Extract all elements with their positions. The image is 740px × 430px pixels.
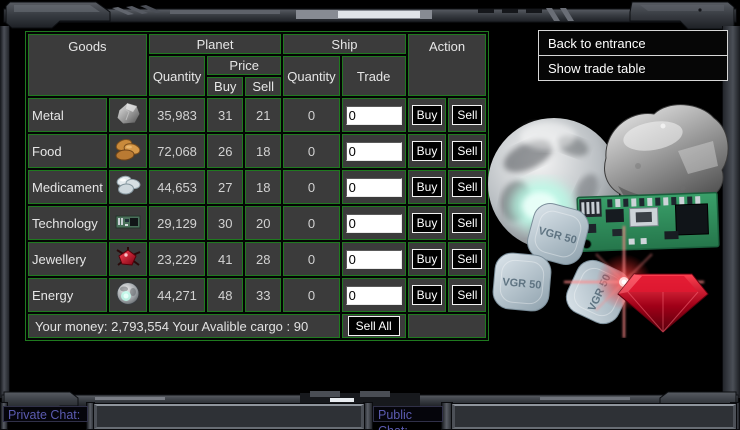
header-row-groups: Goods Planet Ship Action xyxy=(28,34,486,54)
private-chat-input[interactable] xyxy=(94,404,364,429)
buy-price-value: 30 xyxy=(207,206,243,240)
frame-left-edge xyxy=(0,26,10,398)
buy-button-energy[interactable]: Buy xyxy=(412,285,443,305)
buy-price-value: 27 xyxy=(207,170,243,204)
trade-input-technology[interactable] xyxy=(346,214,402,233)
metal-icon xyxy=(113,100,143,127)
goods-icon-cell xyxy=(109,134,147,168)
price-header: Price xyxy=(207,56,281,75)
goods-name: Medicament xyxy=(28,170,107,204)
table-row-jewellery: Jewellery 23,229 41 28 0 Buy Se xyxy=(28,242,486,276)
trade-input-medicament[interactable] xyxy=(346,178,402,197)
public-chat-label: Public Chat: xyxy=(373,406,443,422)
footer-empty-cell xyxy=(408,314,487,338)
goods-name: Technology xyxy=(28,206,107,240)
goods-icon-cell xyxy=(109,98,147,132)
ship-quantity-header: Quantity xyxy=(283,56,339,96)
trade-header: Trade xyxy=(342,56,406,96)
ship-quantity-value: 0 xyxy=(283,242,339,276)
show-trade-table-button[interactable]: Show trade table xyxy=(539,55,727,80)
sell-price-value: 18 xyxy=(245,170,281,204)
table-footer-row: Your money: 2,793,554 Your Avalible carg… xyxy=(28,314,486,338)
trade-table: Goods Planet Ship Action Quantity Price … xyxy=(25,31,489,341)
frame-top-bar xyxy=(0,0,740,30)
sell-price-value: 18 xyxy=(245,134,281,168)
goods-header: Goods xyxy=(28,34,147,96)
technology-icon xyxy=(113,208,143,235)
planet-header: Planet xyxy=(149,34,281,54)
buy-button-medicament[interactable]: Buy xyxy=(412,177,443,197)
planet-quantity-value: 23,229 xyxy=(149,242,205,276)
buy-price-header: Buy xyxy=(207,77,243,96)
goods-icon-cell xyxy=(109,242,147,276)
ship-header: Ship xyxy=(283,34,405,54)
sell-price-header: Sell xyxy=(245,77,281,96)
buy-price-value: 48 xyxy=(207,278,243,312)
sell-price-value: 33 xyxy=(245,278,281,312)
table-row-metal: Metal 35,983 31 21 0 Buy Sell xyxy=(28,98,486,132)
table-row-technology: Technology 29,129 30 20 0 Buy Sell xyxy=(28,206,486,240)
medicament-icon xyxy=(113,172,143,199)
frame-post xyxy=(363,402,373,430)
trade-input-food[interactable] xyxy=(346,142,402,161)
goods-icon-cell xyxy=(109,170,147,204)
buy-button-technology[interactable]: Buy xyxy=(412,213,443,233)
jewellery-icon xyxy=(113,244,143,271)
planet-quantity-value: 44,653 xyxy=(149,170,205,204)
buy-button-food[interactable]: Buy xyxy=(412,141,443,161)
ship-quantity-value: 0 xyxy=(283,206,339,240)
sell-price-value: 21 xyxy=(245,98,281,132)
game-screen: Goods Planet Ship Action Quantity Price … xyxy=(0,0,740,430)
planet-quantity-value: 29,129 xyxy=(149,206,205,240)
table-row-energy: Energy 44,271 48 33 0 Buy Sell xyxy=(28,278,486,312)
buy-price-value: 26 xyxy=(207,134,243,168)
ship-quantity-value: 0 xyxy=(283,278,339,312)
private-chat-label: Private Chat: xyxy=(3,406,88,422)
ship-quantity-value: 0 xyxy=(283,98,339,132)
ship-quantity-value: 0 xyxy=(283,134,339,168)
back-to-entrance-button[interactable]: Back to entrance xyxy=(539,31,727,55)
sell-price-value: 28 xyxy=(245,242,281,276)
sell-all-button[interactable]: Sell All xyxy=(348,316,400,336)
trade-input-energy[interactable] xyxy=(346,286,402,305)
table-row-medicament: Medicament 44,653 27 18 0 Buy Sell xyxy=(28,170,486,204)
planet-quantity-value: 72,068 xyxy=(149,134,205,168)
trade-input-jewellery[interactable] xyxy=(346,250,402,269)
buy-price-value: 41 xyxy=(207,242,243,276)
goods-name: Food xyxy=(28,134,107,168)
money-summary: Your money: 2,793,554 Your Avalible carg… xyxy=(28,314,340,338)
buy-price-value: 31 xyxy=(207,98,243,132)
goods-icon-cell xyxy=(109,206,147,240)
goods-icon-cell xyxy=(109,278,147,312)
ship-quantity-value: 0 xyxy=(283,170,339,204)
side-menu: Back to entrance Show trade table xyxy=(538,30,728,81)
food-icon xyxy=(113,136,143,163)
goods-name: Energy xyxy=(28,278,107,312)
table-row-food: Food 72,068 26 18 0 Buy Sell xyxy=(28,134,486,168)
energy-icon xyxy=(113,280,143,307)
goods-montage-image: VGR 50 VGR 50 VGR 50 xyxy=(478,96,736,338)
planet-quantity-header: Quantity xyxy=(149,56,205,96)
action-header: Action xyxy=(408,34,487,96)
sell-price-value: 20 xyxy=(245,206,281,240)
goods-name: Metal xyxy=(28,98,107,132)
trade-input-metal[interactable] xyxy=(346,106,402,125)
technology-board-image xyxy=(577,193,719,252)
goods-name: Jewellery xyxy=(28,242,107,276)
public-chat-input[interactable] xyxy=(452,404,736,429)
planet-quantity-value: 35,983 xyxy=(149,98,205,132)
buy-button-jewellery[interactable]: Buy xyxy=(412,249,443,269)
planet-quantity-value: 44,271 xyxy=(149,278,205,312)
buy-button-metal[interactable]: Buy xyxy=(412,105,443,125)
